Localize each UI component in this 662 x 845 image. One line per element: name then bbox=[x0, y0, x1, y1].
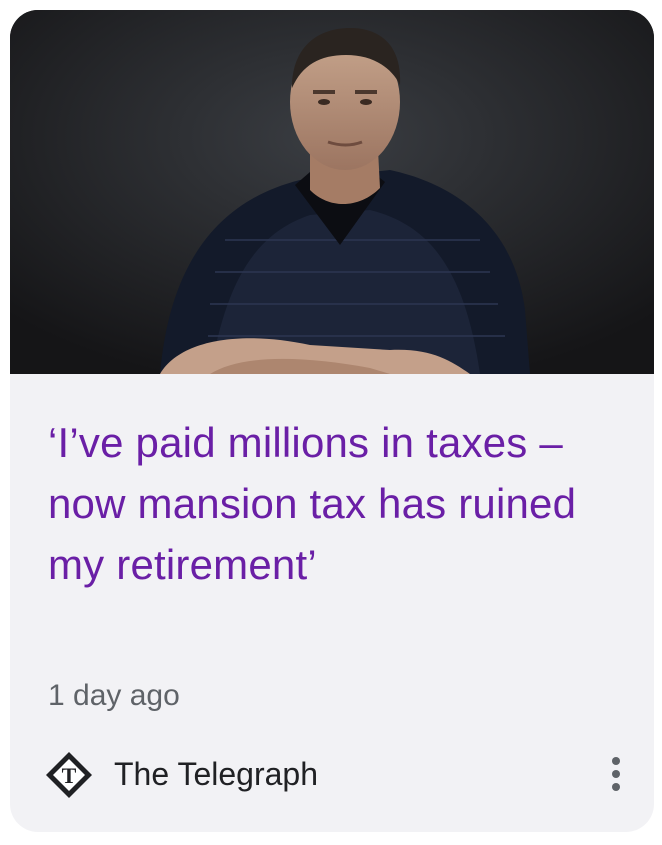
more-options-button[interactable] bbox=[602, 748, 630, 800]
more-vert-icon-dot-3 bbox=[612, 783, 620, 791]
more-vert-icon bbox=[612, 757, 620, 765]
article-thumbnail[interactable] bbox=[10, 10, 654, 374]
source-name[interactable]: The Telegraph bbox=[114, 754, 318, 794]
article-timestamp: 1 day ago bbox=[48, 679, 180, 712]
source-row: T The Telegraph bbox=[44, 748, 634, 800]
more-vert-icon-dot-2 bbox=[612, 770, 620, 778]
article-headline[interactable]: ‘I’ve paid millions in taxes – now mansi… bbox=[48, 412, 628, 595]
telegraph-logo-icon: T bbox=[46, 752, 92, 798]
news-card[interactable]: ‘I’ve paid millions in taxes – now mansi… bbox=[10, 10, 654, 832]
logo-letter: T bbox=[62, 763, 77, 788]
portrait-photo-icon bbox=[10, 10, 654, 374]
